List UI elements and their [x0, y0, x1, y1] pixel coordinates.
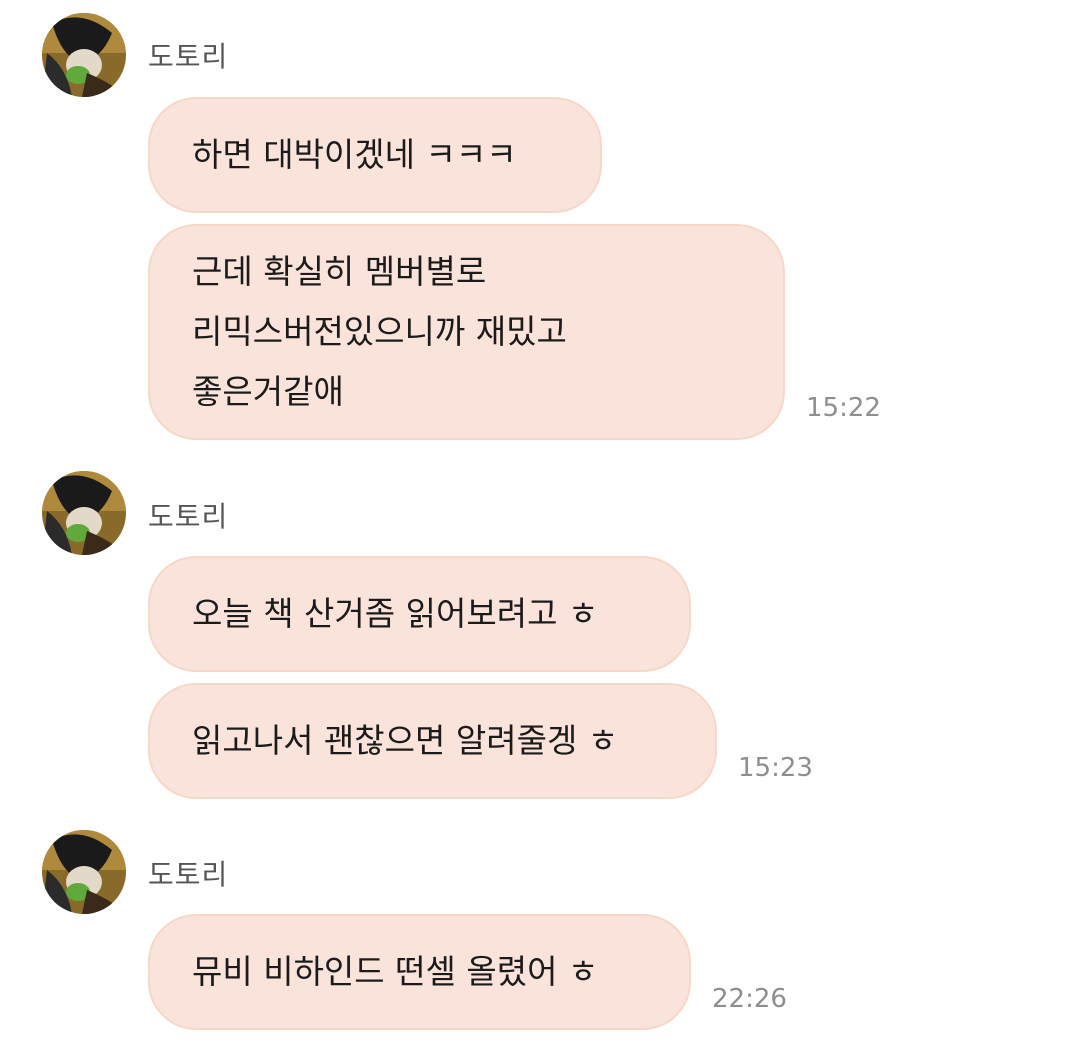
message-bubble[interactable]: 오늘 책 산거좀 읽어보려고 ㅎ — [148, 556, 691, 672]
message-time: 15:23 — [738, 753, 813, 783]
message-bubble[interactable]: 읽고나서 괜찮으면 알려줄겡 ㅎ — [148, 683, 717, 799]
sender-name: 도토리 — [148, 40, 229, 73]
message-time: 15:22 — [806, 393, 881, 423]
sender-avatar[interactable] — [42, 830, 126, 914]
message-text: 근데 확실히 멤버별로 리믹스버전있으니까 재밌고 좋은거같애 — [192, 252, 567, 411]
message-text: 하면 대박이겠네 ㅋㅋㅋ — [192, 135, 517, 174]
message-bubble[interactable]: 하면 대박이겠네 ㅋㅋㅋ — [148, 97, 602, 213]
sender-avatar[interactable] — [42, 13, 126, 97]
sender-avatar[interactable] — [42, 471, 126, 555]
sender-name: 도토리 — [148, 858, 229, 891]
message-bubble[interactable]: 뮤비 비하인드 떤셀 올렸어 ㅎ — [148, 914, 691, 1030]
sender-name: 도토리 — [148, 500, 229, 533]
message-time: 22:26 — [712, 984, 787, 1014]
message-bubble[interactable]: 근데 확실히 멤버별로 리믹스버전있으니까 재밌고 좋은거같애 — [148, 224, 785, 440]
message-text: 뮤비 비하인드 떤셀 올렸어 ㅎ — [192, 952, 599, 991]
chat-thread: 도토리 하면 대박이겠네 ㅋㅋㅋ 근데 확실히 멤버별로 리믹스버전있으니까 재… — [0, 0, 1080, 1046]
message-text: 오늘 책 산거좀 읽어보려고 ㅎ — [192, 594, 599, 633]
message-text: 읽고나서 괜찮으면 알려줄겡 ㅎ — [192, 721, 619, 760]
